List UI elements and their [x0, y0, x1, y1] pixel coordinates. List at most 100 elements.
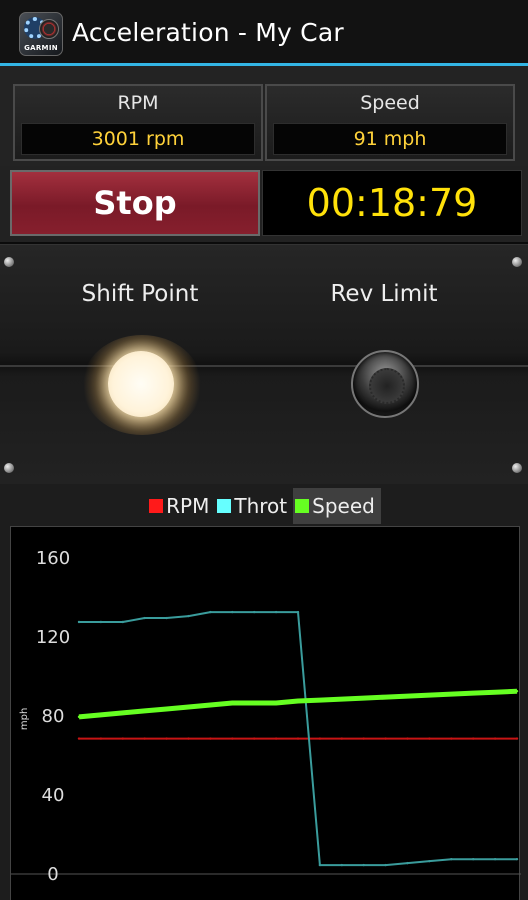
data-point-rpm: [318, 737, 322, 740]
data-point-rpm: [121, 737, 125, 740]
data-point-rpm: [362, 737, 365, 740]
data-point-rpm: [253, 737, 256, 740]
data-point-throt: [209, 610, 212, 614]
speed-gauge: Speed 91 mph: [265, 84, 515, 161]
data-point-rpm: [77, 737, 81, 740]
data-point-speed: [428, 693, 431, 697]
data-point-throt: [143, 616, 146, 620]
rivet-icon: [512, 463, 522, 473]
panel-seam: [0, 365, 528, 367]
elapsed-timer: 00:18:79: [262, 170, 522, 236]
gauge-row: RPM 3001 rpm Speed 91 mph: [0, 66, 528, 166]
data-point-rpm: [384, 737, 387, 740]
legend-swatch: [149, 499, 164, 513]
stop-button[interactable]: Stop: [10, 170, 260, 236]
y-tick-label: 120: [36, 627, 70, 648]
data-point-rpm: [231, 737, 234, 740]
legend-swatch: [217, 499, 232, 513]
data-point-rpm: [450, 737, 453, 740]
data-point-speed: [121, 711, 125, 715]
data-point-speed: [493, 690, 497, 694]
data-point-rpm: [493, 737, 497, 740]
data-point-rpm: [187, 737, 190, 740]
speed-value: 91 mph: [273, 123, 507, 155]
data-point-speed: [187, 705, 190, 709]
control-row: Stop 00:18:79: [0, 166, 528, 242]
data-point-rpm: [472, 737, 475, 740]
indicator-panel: Shift Point Rev Limit: [0, 244, 528, 484]
rpm-gauge: RPM 3001 rpm: [13, 84, 263, 161]
garmin-app-icon[interactable]: GARMIN: [19, 12, 63, 56]
data-point-throt: [274, 610, 278, 614]
speed-label: Speed: [360, 92, 420, 114]
data-point-rpm: [296, 737, 300, 740]
data-point-throt: [450, 857, 453, 861]
data-point-throt: [493, 857, 497, 861]
data-point-rpm: [406, 737, 409, 740]
legend-label: Speed: [312, 494, 375, 518]
data-point-throt: [384, 863, 387, 867]
data-point-speed: [209, 703, 212, 707]
data-point-speed: [143, 709, 146, 713]
data-point-throt: [165, 616, 168, 620]
chart-panel: RPM Throt Speed 0 40 80 120 160 mph: [0, 484, 528, 900]
y-axis-label: mph: [19, 708, 30, 730]
legend-label: Throt: [234, 494, 288, 518]
data-point-rpm: [274, 737, 278, 740]
data-point-speed: [99, 713, 103, 717]
data-point-rpm: [209, 737, 212, 740]
data-point-speed: [384, 695, 387, 699]
legend-item-rpm[interactable]: RPM: [147, 488, 215, 524]
data-point-throt: [318, 863, 322, 867]
data-point-speed: [165, 707, 168, 711]
rev-limit-light-icon: [351, 350, 419, 418]
action-bar: GARMIN Acceleration - My Car: [0, 0, 528, 66]
data-point-throt: [362, 863, 365, 867]
data-point-speed: [253, 701, 256, 705]
rpm-label: RPM: [117, 92, 159, 114]
y-tick-label: 80: [42, 706, 65, 727]
data-point-throt: [231, 610, 234, 614]
rivet-icon: [512, 257, 522, 267]
data-point-speed: [515, 689, 519, 693]
y-tick-label: 0: [47, 864, 58, 885]
rev-limit-label: Rev Limit: [330, 281, 438, 307]
data-point-throt: [406, 861, 409, 865]
legend-item-speed[interactable]: Speed: [293, 488, 381, 524]
legend-swatch: [295, 499, 310, 513]
legend-item-throt[interactable]: Throt: [215, 488, 293, 524]
data-point-rpm: [165, 737, 168, 740]
data-point-rpm: [99, 737, 103, 740]
data-point-speed: [340, 697, 343, 701]
chart-area: 0 40 80 120 160 mph: [10, 526, 521, 900]
rpm-value: 3001 rpm: [21, 123, 255, 155]
shift-point-label: Shift Point: [81, 281, 199, 307]
legend-label: RPM: [166, 494, 210, 518]
rivet-icon: [4, 257, 14, 267]
data-point-speed: [362, 696, 365, 700]
data-point-throt: [99, 620, 103, 624]
chart-legend: RPM Throt Speed: [0, 488, 528, 524]
data-point-speed: [274, 701, 278, 705]
data-point-throt: [340, 863, 343, 867]
y-tick-label: 40: [42, 785, 65, 806]
data-point-throt: [472, 857, 475, 861]
shift-point-light-icon: [108, 351, 174, 417]
data-point-speed: [318, 698, 322, 702]
data-point-throt: [253, 610, 256, 614]
y-tick-label: 160: [36, 548, 70, 569]
brand-logo: GARMIN: [24, 44, 58, 52]
data-point-speed: [77, 715, 81, 719]
data-point-speed: [450, 692, 453, 696]
data-point-rpm: [428, 737, 431, 740]
data-point-throt: [187, 614, 190, 618]
line-chart: 0 40 80 120 160 mph: [11, 548, 521, 885]
screen-title: Acceleration - My Car: [72, 18, 344, 47]
data-point-speed: [231, 701, 234, 705]
gauge-icon: [39, 19, 59, 39]
data-point-speed: [296, 699, 300, 703]
data-point-throt: [121, 620, 125, 624]
data-point-rpm: [340, 737, 343, 740]
data-point-speed: [406, 694, 409, 698]
data-point-throt: [296, 610, 300, 614]
